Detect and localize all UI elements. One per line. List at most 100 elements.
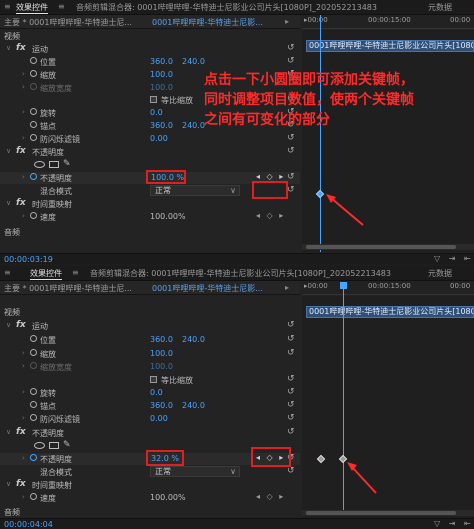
play-only-arrow-icon[interactable]: ▸	[285, 283, 289, 292]
pen-mask-icon[interactable]: ✎	[63, 159, 71, 169]
keyframe-marker[interactable]	[315, 189, 325, 199]
twirl-closed-icon[interactable]: ›	[22, 414, 25, 422]
reset-icon[interactable]: ↺	[287, 387, 295, 397]
anti-flicker-value[interactable]: 0.00	[150, 134, 168, 143]
tab-effect-controls[interactable]: 效果控件	[16, 2, 48, 14]
fx-icon[interactable]: fx	[16, 479, 26, 489]
blend-mode-select[interactable]: 正常 ∨	[150, 466, 240, 477]
timeline-scrollbar[interactable]	[302, 510, 474, 516]
reset-icon[interactable]: ↺	[287, 400, 295, 410]
stopwatch-icon[interactable]	[30, 401, 37, 408]
sequence-clip-label[interactable]: 0001哔哩哔哩-华特迪士尼影...	[152, 283, 263, 294]
rotation-value[interactable]: 0.0	[150, 108, 163, 117]
reset-icon[interactable]: ↺	[287, 334, 295, 344]
stopwatch-icon[interactable]	[30, 493, 37, 500]
blend-mode-select[interactable]: 正常 ∨	[150, 185, 240, 196]
reset-icon[interactable]: ↺	[287, 185, 295, 195]
motion-effect-row[interactable]: ∨ fx 运动 ↺	[0, 43, 300, 55]
master-clip-label[interactable]: 主要 * 0001哔哩哔哩-华特迪士尼...	[4, 17, 132, 28]
pen-mask-icon[interactable]: ✎	[63, 440, 71, 450]
stopwatch-icon[interactable]	[30, 212, 37, 219]
scrollbar-thumb[interactable]	[306, 511, 456, 515]
anchor-x-value[interactable]: 360.0	[150, 401, 173, 410]
reset-icon[interactable]: ↺	[287, 413, 295, 423]
tab-audio-clip-mixer[interactable]: 音频剪辑混合器: 0001哔哩哔哩-华特迪士尼影业公司片头[1080P]_202…	[90, 268, 391, 279]
tab-audio-clip-mixer[interactable]: 音频剪辑混合器: 0001哔哩哔哩-华特迪士尼影业公司片头[1080P]_202…	[76, 2, 377, 13]
uniform-scale-checkbox[interactable]	[150, 96, 157, 103]
stopwatch-icon[interactable]	[30, 134, 37, 141]
fx-icon[interactable]: fx	[16, 198, 26, 208]
keyframe-marker[interactable]	[316, 454, 326, 464]
fx-icon[interactable]: fx	[16, 427, 26, 437]
anchor-y-value[interactable]: 240.0	[182, 121, 205, 130]
twirl-closed-icon[interactable]: ›	[22, 349, 25, 357]
twirl-open-icon[interactable]: ∨	[6, 321, 11, 329]
position-x-value[interactable]: 360.0	[150, 57, 173, 66]
menu-icon[interactable]: ≡	[4, 2, 11, 11]
sequence-clip-label[interactable]: 0001哔哩哔哩-华特迪士尼影...	[152, 17, 263, 28]
reset-icon[interactable]: ↺	[287, 146, 295, 156]
opacity-effect-row[interactable]: ∨ fx 不透明度 ↺	[0, 427, 300, 439]
twirl-closed-icon[interactable]: ›	[22, 212, 25, 220]
scale-value[interactable]: 100.0	[150, 70, 173, 79]
twirl-open-icon[interactable]: ∨	[6, 147, 11, 155]
filter-icons[interactable]: ▽ ⇥ ⇤	[434, 519, 474, 528]
stopwatch-icon[interactable]	[30, 454, 37, 461]
reset-icon[interactable]: ↺	[287, 133, 295, 143]
ellipse-mask-icon[interactable]	[34, 161, 45, 168]
tab-metadata[interactable]: 元数据	[428, 268, 452, 279]
scale-value[interactable]: 100.0	[150, 349, 173, 358]
clip-strip[interactable]: 0001哔哩哔哩-华特迪士尼影业公司片头[1080P]_20	[306, 306, 474, 318]
stopwatch-icon[interactable]	[30, 108, 37, 115]
stopwatch-icon[interactable]	[30, 349, 37, 356]
clip-strip[interactable]: 0001哔哩哔哩-华特迪士尼影业公司片头[1080P]_20	[306, 40, 474, 52]
time-remap-row[interactable]: ∨ fx 时间重映射	[0, 198, 300, 210]
rectangle-mask-icon[interactable]	[49, 442, 59, 449]
stopwatch-icon[interactable]	[30, 335, 37, 342]
reset-icon[interactable]: ↺	[287, 320, 295, 330]
twirl-open-icon[interactable]: ∨	[6, 199, 11, 207]
twirl-closed-icon[interactable]: ›	[22, 454, 25, 462]
play-only-arrow-icon[interactable]: ▸	[285, 17, 289, 26]
playhead[interactable]	[320, 15, 321, 252]
tab-menu-icon[interactable]: ≡	[72, 268, 79, 277]
stopwatch-icon[interactable]	[30, 388, 37, 395]
tab-metadata[interactable]: 元数据	[428, 2, 452, 13]
anchor-x-value[interactable]: 360.0	[150, 121, 173, 130]
twirl-closed-icon[interactable]: ›	[22, 388, 25, 396]
rotation-value[interactable]: 0.0	[150, 388, 163, 397]
timeline-scrollbar[interactable]	[302, 244, 474, 250]
stopwatch-icon[interactable]	[30, 57, 37, 64]
stopwatch-icon[interactable]	[30, 121, 37, 128]
twirl-open-icon[interactable]: ∨	[6, 44, 11, 52]
keyframe-marker[interactable]	[338, 454, 348, 464]
current-timecode[interactable]: 00:00:03:19	[4, 255, 53, 264]
position-y-value[interactable]: 240.0	[182, 335, 205, 344]
opacity-effect-row[interactable]: ∨ fx 不透明度 ↺	[0, 146, 300, 158]
time-remap-row[interactable]: ∨ fx 时间重映射	[0, 479, 300, 491]
anti-flicker-value[interactable]: 0.00	[150, 414, 168, 423]
anchor-y-value[interactable]: 240.0	[182, 401, 205, 410]
uniform-scale-checkbox[interactable]	[150, 376, 157, 383]
reset-icon[interactable]: ↺	[287, 374, 295, 384]
master-clip-label[interactable]: 主要 * 0001哔哩哔哩-华特迪士尼...	[4, 283, 132, 294]
reset-icon[interactable]: ↺	[287, 43, 295, 53]
reset-icon[interactable]: ↺	[287, 172, 295, 182]
keyframe-nav-controls[interactable]: ◂ ◇ ▸	[256, 211, 285, 220]
twirl-closed-icon[interactable]: ›	[22, 493, 25, 501]
position-x-value[interactable]: 360.0	[150, 335, 173, 344]
reset-icon[interactable]: ↺	[287, 348, 295, 358]
twirl-closed-icon[interactable]: ›	[22, 134, 25, 142]
scrollbar-thumb[interactable]	[306, 245, 456, 249]
time-ruler[interactable]: ▸00:00 00:00:15:00 00:00	[302, 15, 474, 29]
twirl-closed-icon[interactable]: ›	[22, 70, 25, 78]
menu-icon[interactable]: ≡	[4, 268, 11, 277]
twirl-open-icon[interactable]: ∨	[6, 428, 11, 436]
motion-effect-row[interactable]: ∨ fx 运动 ↺	[0, 320, 300, 332]
keyframe-nav-controls[interactable]: ◂ ◇ ▸	[256, 172, 285, 181]
fx-icon[interactable]: fx	[16, 43, 26, 53]
timeline-area[interactable]: ▸00:00 00:00:15:00 00:00 0001哔哩哔哩-华特迪士尼影…	[302, 15, 474, 252]
rectangle-mask-icon[interactable]	[49, 161, 59, 168]
twirl-closed-icon[interactable]: ›	[22, 83, 25, 91]
reset-icon[interactable]: ↺	[287, 56, 295, 66]
